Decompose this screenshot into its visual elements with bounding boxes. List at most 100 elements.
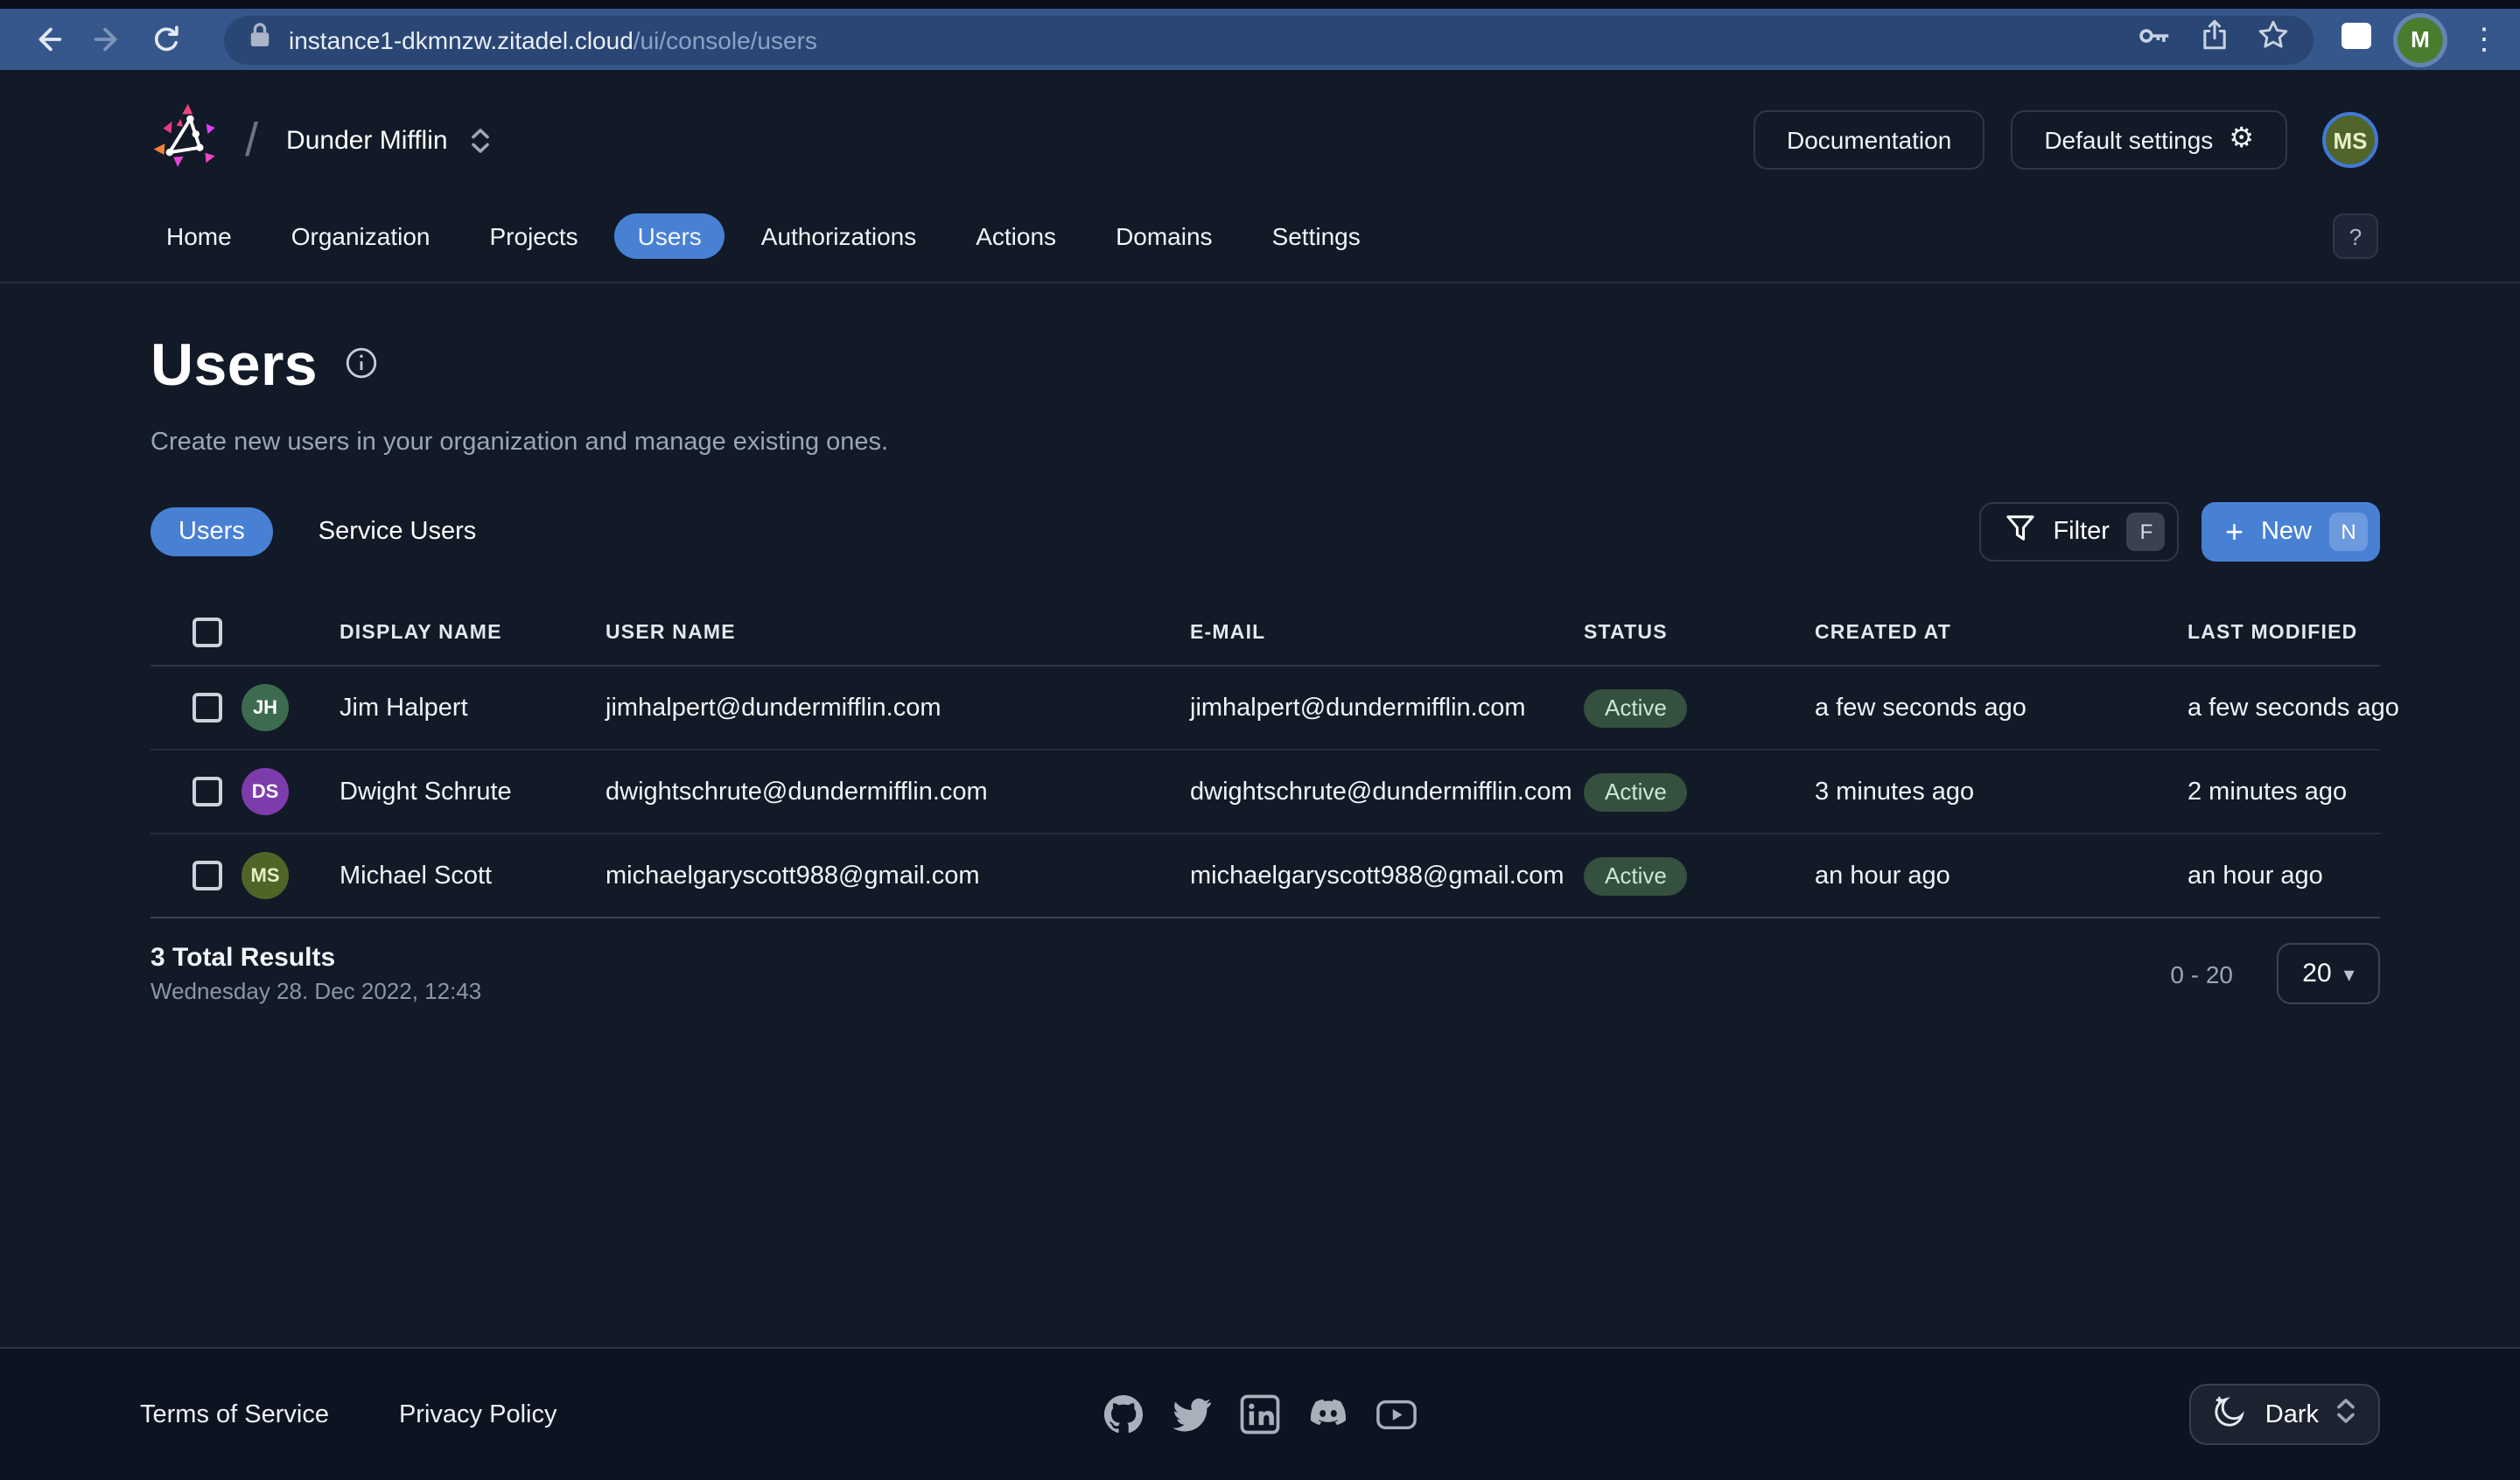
column-display-name[interactable]: DISPLAY NAME (228, 622, 597, 643)
table-row[interactable]: DS Dwight Schrute dwightschrute@dundermi… (150, 750, 2380, 834)
bookmark-star-icon[interactable] (2258, 19, 2289, 59)
browser-menu-icon[interactable]: ⋮ (2469, 24, 2499, 54)
nav-actions[interactable]: Actions (953, 213, 1079, 259)
discord-icon[interactable] (1308, 1394, 1348, 1435)
status-badge: Active (1584, 772, 1688, 811)
page-title: Users (150, 332, 318, 401)
created-at: 3 minutes ago (1815, 778, 1974, 806)
breadcrumb-separator: / (245, 113, 258, 167)
side-panel-icon[interactable] (2342, 22, 2371, 57)
tab-users[interactable]: Users (150, 507, 273, 556)
screen: instance1-dkmnzw.zitadel.cloud/ui/consol… (0, 0, 2520, 1480)
total-results: 3 Total Results (150, 943, 481, 973)
password-key-icon[interactable] (2138, 24, 2172, 55)
user-avatar[interactable]: MS (2322, 112, 2378, 168)
twitter-icon[interactable] (1172, 1394, 1212, 1435)
org-name[interactable]: Dunder Mifflin (286, 125, 448, 155)
browser-titlebar (0, 0, 2520, 9)
url-path: /ui/console/users (634, 25, 817, 53)
row-checkbox[interactable] (192, 777, 222, 806)
tab-service-users[interactable]: Service Users (290, 507, 505, 556)
avatar: MS (242, 852, 289, 899)
back-icon[interactable] (24, 17, 70, 62)
last-modified: a few seconds ago (2188, 694, 2399, 722)
column-status[interactable]: STATUS (1577, 622, 1804, 643)
chevron-down-icon: ▾ (2344, 961, 2355, 986)
display-name: Jim Halpert (340, 694, 468, 722)
linkedin-icon[interactable] (1240, 1394, 1280, 1435)
created-at: a few seconds ago (1815, 694, 2026, 722)
user-name: michaelgaryscott988@gmail.com (606, 862, 980, 890)
moon-icon (2213, 1393, 2248, 1435)
nav-organization[interactable]: Organization (269, 213, 453, 259)
user-name: jimhalpert@dundermifflin.com (606, 694, 942, 722)
org-switcher-icon[interactable] (471, 127, 490, 153)
status-badge: Active (1584, 688, 1688, 727)
status-badge: Active (1584, 856, 1688, 895)
filter-button[interactable]: Filter F (1979, 502, 2179, 562)
github-icon[interactable] (1103, 1394, 1144, 1435)
nav-domains[interactable]: Domains (1093, 213, 1236, 259)
display-name: Michael Scott (340, 862, 492, 890)
zitadel-logo-icon[interactable] (150, 101, 220, 179)
users-table: DISPLAY NAME USER NAME E-MAIL STATUS CRE… (150, 600, 2380, 918)
nav-projects[interactable]: Projects (467, 213, 601, 259)
page-size-value: 20 (2302, 959, 2331, 988)
table-header: DISPLAY NAME USER NAME E-MAIL STATUS CRE… (150, 600, 2380, 667)
select-all-checkbox[interactable] (192, 618, 222, 647)
terms-of-service-link[interactable]: Terms of Service (140, 1400, 329, 1428)
theme-selector[interactable]: Dark (2190, 1384, 2380, 1445)
documentation-label: Documentation (1787, 126, 1951, 154)
theme-label: Dark (2265, 1400, 2319, 1428)
url-host: instance1-dkmnzw.zitadel.cloud (289, 25, 634, 53)
app-header: / Dunder Mifflin Documentation Default s… (0, 70, 2520, 196)
nav-settings[interactable]: Settings (1250, 213, 1383, 259)
user-type-tabs: Users Service Users (150, 507, 504, 556)
last-modified: 2 minutes ago (2188, 778, 2347, 806)
filter-icon (2006, 514, 2035, 549)
new-user-button[interactable]: + New N (2202, 502, 2380, 562)
column-user-name[interactable]: USER NAME (597, 622, 1183, 643)
browser-toolbar: instance1-dkmnzw.zitadel.cloud/ui/consol… (0, 9, 2520, 70)
nav-authorizations[interactable]: Authorizations (738, 213, 939, 259)
row-checkbox[interactable] (192, 693, 222, 723)
table-row[interactable]: MS Michael Scott michaelgaryscott988@gma… (150, 834, 2380, 918)
display-name: Dwight Schrute (340, 778, 512, 806)
table-row[interactable]: JH Jim Halpert jimhalpert@dundermifflin.… (150, 667, 2380, 750)
default-settings-button[interactable]: Default settings ⚙ (2011, 110, 2287, 170)
address-bar[interactable]: instance1-dkmnzw.zitadel.cloud/ui/consol… (224, 15, 2314, 64)
forward-icon[interactable] (84, 17, 130, 62)
nav-home[interactable]: Home (144, 213, 255, 259)
table-footer: 3 Total Results Wednesday 28. Dec 2022, … (150, 943, 2380, 1004)
plus-icon: + (2225, 516, 2244, 548)
email: michaelgaryscott988@gmail.com (1190, 862, 1564, 890)
column-created-at[interactable]: CREATED AT (1804, 622, 2180, 643)
privacy-policy-link[interactable]: Privacy Policy (399, 1400, 557, 1428)
created-at: an hour ago (1815, 862, 1950, 890)
default-settings-label: Default settings (2044, 126, 2213, 154)
row-checkbox[interactable] (192, 861, 222, 890)
column-email[interactable]: E-MAIL (1183, 622, 1577, 643)
email: dwightschrute@dundermifflin.com (1190, 778, 1572, 806)
pagination-range: 0 - 20 (2170, 960, 2233, 988)
main-nav: Home Organization Projects Users Authori… (0, 196, 2520, 283)
help-button[interactable]: ? (2333, 213, 2378, 259)
url-text: instance1-dkmnzw.zitadel.cloud/ui/consol… (289, 25, 817, 53)
documentation-button[interactable]: Documentation (1754, 110, 1984, 170)
youtube-icon[interactable] (1376, 1394, 1417, 1435)
browser-profile-avatar[interactable]: M (2398, 17, 2443, 62)
filter-label: Filter (2053, 518, 2109, 546)
page-size-select[interactable]: 20 ▾ (2277, 943, 2380, 1004)
results-timestamp: Wednesday 28. Dec 2022, 12:43 (150, 978, 481, 1004)
page-subtitle: Create new users in your organization an… (150, 429, 2380, 457)
column-last-modified[interactable]: LAST MODIFIED (2180, 622, 2380, 643)
gear-icon: ⚙ (2229, 126, 2254, 154)
avatar: JH (242, 684, 289, 731)
email: jimhalpert@dundermifflin.com (1190, 694, 1526, 722)
nav-users[interactable]: Users (615, 213, 724, 259)
info-icon[interactable] (344, 346, 377, 387)
filter-shortcut-badge: F (2127, 513, 2166, 551)
share-icon[interactable] (2202, 19, 2228, 59)
browser-chrome: instance1-dkmnzw.zitadel.cloud/ui/consol… (0, 0, 2520, 70)
reload-icon[interactable] (144, 17, 189, 62)
